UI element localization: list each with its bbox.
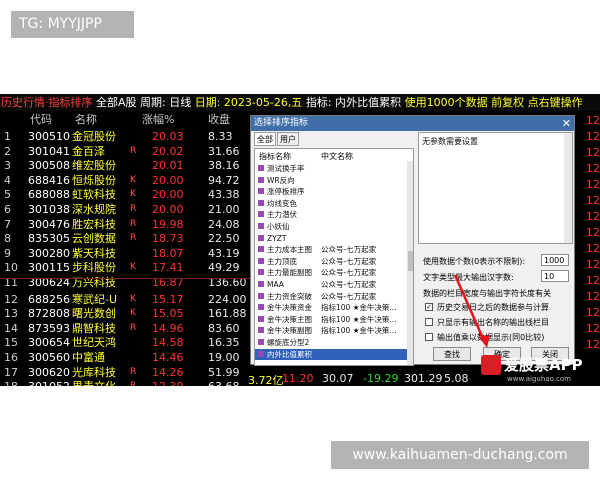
watermark: www.kaihuamen-duchang.com <box>331 441 589 469</box>
red-arrow-annotation <box>453 274 490 348</box>
logo-url: www.aiguhao.com <box>507 375 571 383</box>
app-logo: 爱股票APP www.aiguhao.com <box>481 353 600 383</box>
logo-text: 爱股票APP <box>504 356 583 374</box>
logo-icon <box>481 355 501 375</box>
